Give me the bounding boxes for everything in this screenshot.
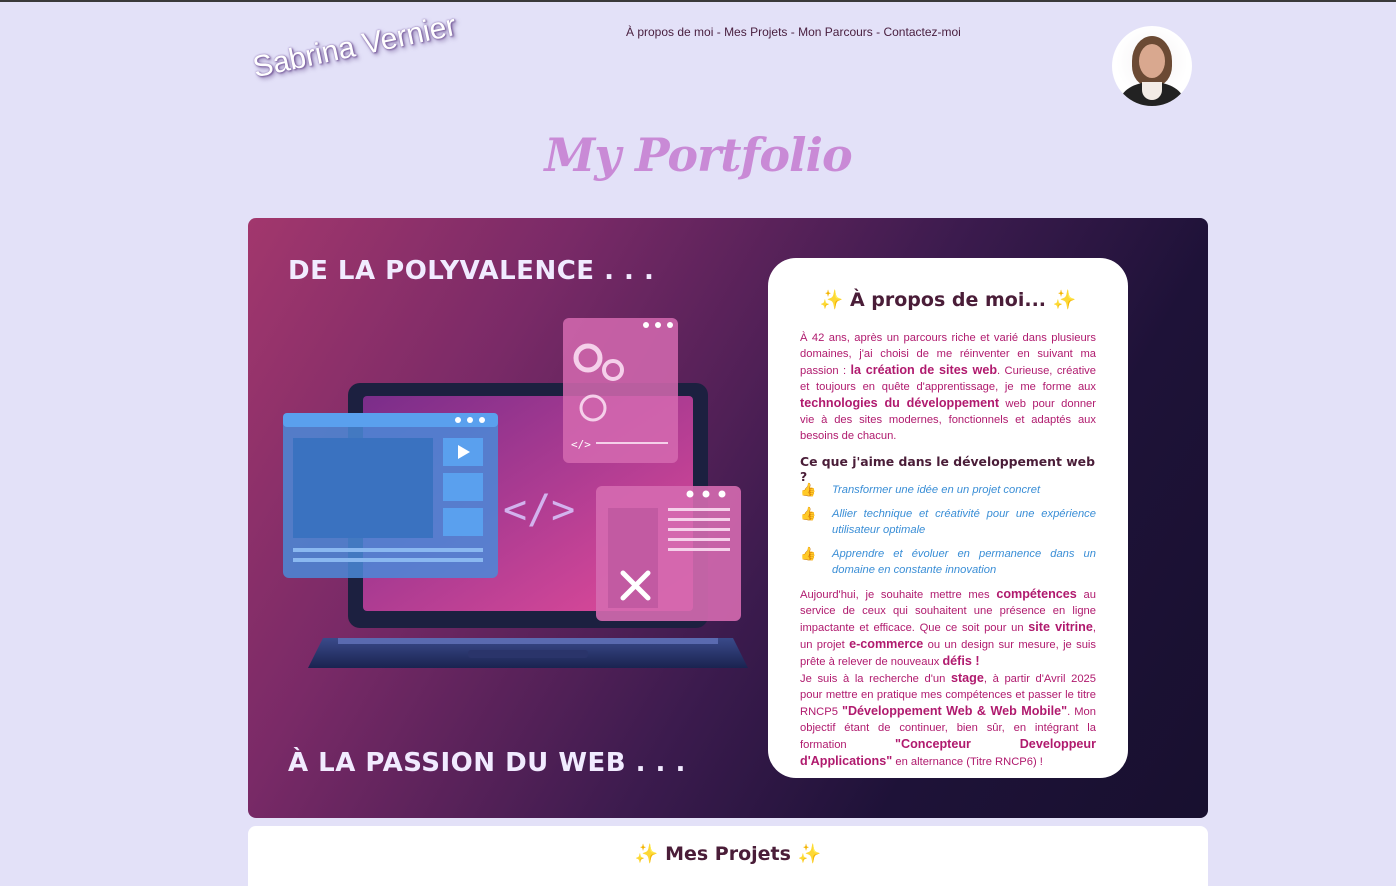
svg-text:</>: </> [503, 487, 575, 533]
avatar [1112, 26, 1192, 106]
like-item: 👍 Apprendre et évoluer en permanence dans… [800, 546, 1096, 578]
like-item-text: Apprendre et évoluer en permanence dans … [832, 548, 1096, 576]
nav-link-parcours[interactable]: Mon Parcours [798, 25, 873, 39]
svg-text:</>: </> [571, 438, 591, 451]
about-intro: À 42 ans, après un parcours riche et var… [800, 330, 1096, 444]
main-nav: À propos de moi - Mes Projets - Mon Parc… [626, 25, 961, 39]
outro-text: en alternance (Titre RNCP6) ! [892, 756, 1043, 768]
about-subtitle: Ce que j'aime dans le développement web … [800, 454, 1095, 484]
page-title: My Portfolio [544, 128, 852, 182]
top-border [0, 0, 1396, 2]
hero-line-top: DE LA POLYVALENCE . . . [288, 256, 655, 286]
brand-name[interactable]: Sabrina Vernier [250, 9, 459, 85]
projects-title-text: Mes Projets [665, 843, 791, 865]
sparkle-icon: ✨ [819, 289, 844, 311]
outro-highlight: stage [950, 671, 984, 685]
nav-separator: - [787, 25, 799, 39]
about-outro: Aujourd'hui, je souhaite mettre mes comp… [800, 586, 1096, 770]
thumbs-up-icon: 👍 [800, 506, 817, 521]
outro-highlight: e-commerce [849, 637, 924, 651]
like-item: 👍 Transformer une idée en un projet concr… [800, 482, 1096, 498]
about-card: ✨ À propos de moi... ✨ À 42 ans, après u… [768, 258, 1128, 778]
like-item-text: Allier technique et créativité pour une … [832, 508, 1096, 536]
outro-text: Aujourd'hui, je souhaite mettre mes [800, 589, 997, 601]
nav-link-contact[interactable]: Contactez-moi [883, 25, 960, 39]
sparkle-icon: ✨ [1052, 289, 1077, 311]
intro-highlight: la création de sites web [850, 363, 998, 377]
projects-title: ✨ Mes Projets ✨ [248, 842, 1208, 865]
nav-link-about[interactable]: À propos de moi [626, 25, 713, 39]
likes-list: 👍 Transformer une idée en un projet concr… [800, 482, 1096, 586]
sparkle-icon: ✨ [797, 843, 822, 865]
projects-section: ✨ Mes Projets ✨ [248, 826, 1208, 886]
thumbs-up-icon: 👍 [800, 546, 817, 561]
about-title: ✨ À propos de moi... ✨ [768, 288, 1128, 311]
outro-highlight: site vitrine [1028, 620, 1093, 634]
nav-separator: - [872, 25, 884, 39]
outro-highlight: défis ! [942, 654, 980, 668]
outro-highlight: "Développement Web & Web Mobile" [841, 704, 1068, 718]
outro-highlight: compétences [996, 587, 1077, 601]
about-title-text: À propos de moi... [849, 289, 1047, 311]
laptop-illustration: </> </> [283, 318, 748, 668]
hero-banner: DE LA POLYVALENCE . . . </> </> À LA PAS… [248, 218, 1208, 818]
sparkle-icon: ✨ [634, 843, 659, 865]
like-item-text: Transformer une idée en un projet concre… [832, 484, 1041, 496]
hero-line-bottom: À LA PASSION DU WEB . . . [288, 748, 686, 778]
outro-text: Je suis à la recherche d'un [800, 673, 951, 685]
thumbs-up-icon: 👍 [800, 482, 817, 497]
like-item: 👍 Allier technique et créativité pour une… [800, 506, 1096, 538]
nav-separator: - [713, 25, 725, 39]
intro-highlight: technologies du développement [800, 396, 1000, 410]
nav-link-projects[interactable]: Mes Projets [724, 25, 787, 39]
